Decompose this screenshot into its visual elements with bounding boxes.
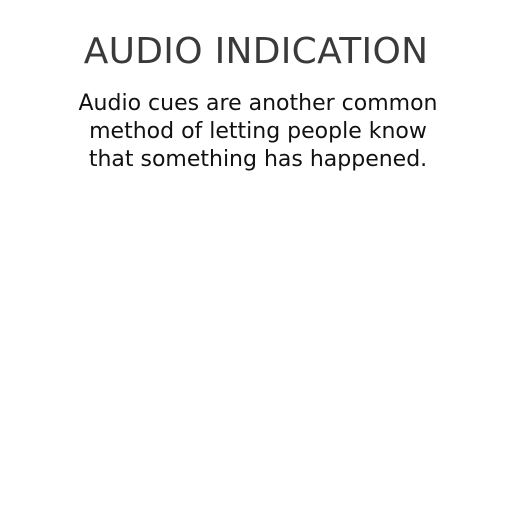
slide: AUDIO INDICATION Audio cues are another … [0, 0, 512, 512]
slide-body-text: Audio cues are another common method of … [78, 91, 438, 172]
slide-title: AUDIO INDICATION [83, 31, 429, 72]
